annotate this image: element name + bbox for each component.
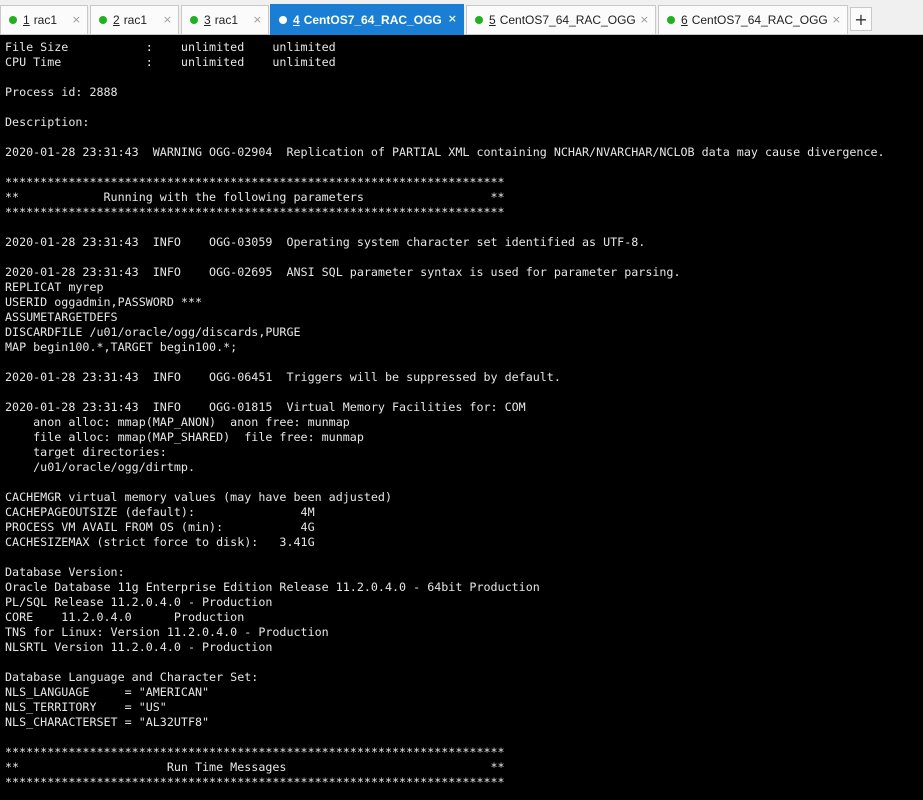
terminal-output-area[interactable]: File Size : unlimited unlimited CPU Time… bbox=[0, 35, 923, 800]
close-tab-icon[interactable]: × bbox=[448, 12, 457, 25]
add-tab-button[interactable]: + bbox=[850, 7, 872, 31]
tab-2-rac1[interactable]: 2 rac1 × bbox=[90, 5, 179, 34]
status-dot-icon bbox=[667, 16, 675, 24]
tab-label: rac1 bbox=[33, 13, 58, 27]
status-dot-icon bbox=[279, 16, 287, 24]
tab-label: CentOS7_64_RAC_OGG bbox=[691, 13, 828, 27]
tab-6-centos7[interactable]: 6 CentOS7_64_RAC_OGG × bbox=[658, 5, 848, 34]
tab-number: 4 bbox=[293, 13, 300, 27]
tab-label: rac1 bbox=[214, 13, 239, 27]
tab-3-rac1[interactable]: 3 rac1 × bbox=[181, 5, 269, 34]
session-tab-bar: 1 rac1 × 2 rac1 × 3 rac1 × 4 CentOS7_64_… bbox=[0, 0, 923, 35]
tab-number: 6 bbox=[681, 13, 688, 27]
status-dot-icon bbox=[190, 16, 198, 24]
tab-label: CentOS7_64_RAC_OGG bbox=[303, 13, 442, 27]
close-tab-icon[interactable]: × bbox=[832, 13, 841, 26]
close-tab-icon[interactable]: × bbox=[253, 13, 262, 26]
tab-1-rac1[interactable]: 1 rac1 × bbox=[0, 5, 88, 34]
tab-label: CentOS7_64_RAC_OGG bbox=[499, 13, 636, 27]
tab-number: 5 bbox=[489, 13, 496, 27]
tab-label: rac1 bbox=[123, 13, 148, 27]
tab-number: 2 bbox=[113, 13, 120, 27]
tab-number: 1 bbox=[23, 13, 30, 27]
close-tab-icon[interactable]: × bbox=[163, 13, 172, 26]
status-dot-icon bbox=[99, 16, 107, 24]
status-dot-icon bbox=[9, 16, 17, 24]
tab-4-centos7-active[interactable]: 4 CentOS7_64_RAC_OGG × bbox=[270, 4, 464, 35]
status-dot-icon bbox=[475, 16, 483, 24]
close-tab-icon[interactable]: × bbox=[640, 13, 649, 26]
tab-5-centos7[interactable]: 5 CentOS7_64_RAC_OGG × bbox=[466, 5, 656, 34]
close-tab-icon[interactable]: × bbox=[72, 13, 81, 26]
tab-number: 3 bbox=[204, 13, 211, 27]
terminal-text: File Size : unlimited unlimited CPU Time… bbox=[5, 40, 885, 789]
